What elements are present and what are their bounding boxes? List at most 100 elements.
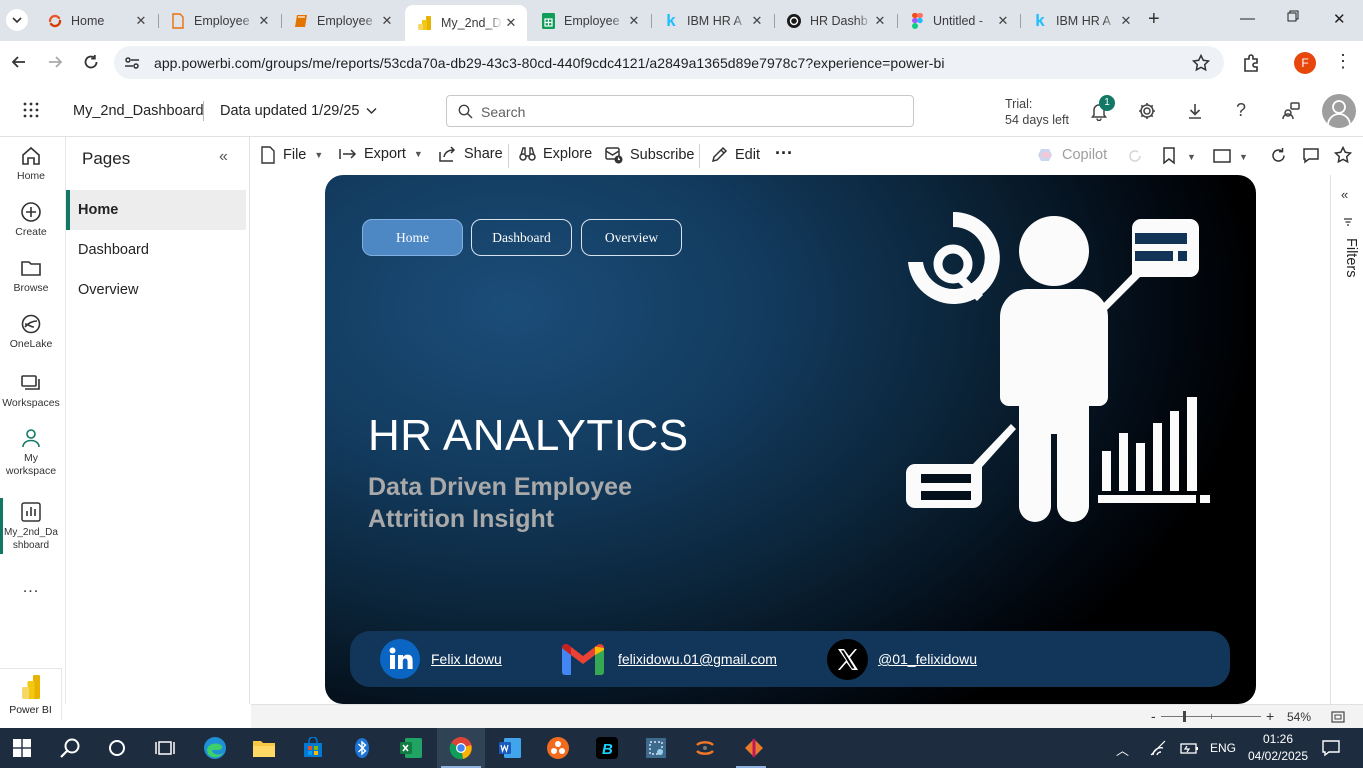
browser-menu-icon[interactable]: ⋮ [1334,52,1352,70]
more-icon[interactable]: ... [0,579,62,597]
windows-start-icon[interactable] [8,734,36,762]
close-icon[interactable]: ✕ [626,13,642,29]
zoom-level[interactable]: 54% [1287,710,1311,724]
reload-icon[interactable] [82,53,100,71]
browser-tab[interactable]: Untitled - ✕ [897,6,1019,36]
app-b-icon[interactable]: B [593,734,621,762]
edit-button[interactable]: Edit [710,146,760,164]
tab-search-button[interactable] [6,9,28,31]
minimize-icon[interactable]: — [1240,10,1255,27]
jupyter-icon[interactable] [691,734,719,762]
power-bi-desktop-icon[interactable] [740,734,768,762]
powerbi-app-logo[interactable]: Power BI [0,668,62,720]
app-launcher-icon[interactable] [23,102,39,118]
filters-label[interactable]: Filters [1343,238,1359,277]
page-item-overview[interactable]: Overview [66,270,246,310]
zoom-slider-thumb[interactable] [1183,711,1186,722]
rail-item-browse[interactable]: Browse [0,257,62,295]
zoom-in-button[interactable]: + [1266,708,1274,724]
reset-icon[interactable] [1127,148,1143,164]
rail-item-workspaces[interactable]: Workspaces [0,372,62,410]
nav-button-overview[interactable]: Overview [581,219,682,256]
battery-icon[interactable] [1180,740,1200,756]
page-item-dashboard[interactable]: Dashboard [66,230,246,270]
nav-button-dashboard[interactable]: Dashboard [471,219,572,256]
browser-tab[interactable]: k IBM HR A ✕ [1020,6,1142,36]
network-icon[interactable] [1149,740,1167,756]
browser-tab[interactable]: k IBM HR A ✕ [651,6,773,36]
rail-item-my-workspace[interactable]: My workspace [0,427,62,478]
new-tab-button[interactable]: + [1148,8,1160,31]
account-avatar[interactable] [1322,94,1356,128]
chrome-icon[interactable] [447,734,475,762]
zoom-out-button[interactable]: - [1151,708,1156,724]
explore-button[interactable]: Explore [519,146,592,162]
restore-icon[interactable] [1287,10,1299,22]
nav-button-home[interactable]: Home [362,219,463,256]
task-view-icon[interactable] [151,734,179,762]
download-icon[interactable] [1185,101,1205,121]
profile-avatar[interactable]: F [1294,52,1316,74]
microsoft-store-icon[interactable] [299,734,327,762]
cortana-icon[interactable] [103,734,131,762]
settings-gear-icon[interactable] [1137,101,1157,121]
file-explorer-icon[interactable] [250,734,278,762]
email-link[interactable]: felixidowu.01@gmail.com [618,651,777,667]
view-icon[interactable] [1213,148,1231,164]
fit-to-page-icon[interactable] [1331,711,1345,723]
edge-icon[interactable] [201,734,229,762]
close-icon[interactable]: ✕ [995,13,1011,29]
bluetooth-icon[interactable] [348,734,376,762]
x-link[interactable]: @01_felixidowu [878,651,977,667]
input-language[interactable]: ENG [1210,741,1236,755]
site-settings-icon[interactable] [123,54,141,72]
browser-tab[interactable]: Employee ✕ [158,6,280,36]
browser-tab[interactable]: Home ✕ [35,6,157,36]
chevron-down-icon[interactable] [366,107,377,115]
rail-item-current-report[interactable]: My_2nd_Dashboard [0,501,62,552]
chevron-down-icon[interactable]: ▼ [1187,152,1196,162]
browser-tab[interactable]: Employee ✕ [528,6,650,36]
help-icon[interactable]: ? [1236,100,1246,121]
bookmark-icon[interactable] [1162,147,1176,165]
show-hidden-icons-chevron-icon[interactable]: ︿ [1116,740,1129,759]
browser-tab-active[interactable]: My_2nd_D ✕ [405,5,527,41]
close-icon[interactable]: ✕ [133,13,149,29]
x-contact[interactable]: @01_felixidowu [827,631,977,687]
more-options-button[interactable]: ··· [775,143,793,164]
url-text[interactable]: app.powerbi.com/groups/me/reports/53cda7… [154,55,945,71]
forward-icon[interactable] [46,53,64,71]
rail-item-home[interactable]: Home [0,145,62,183]
linkedin-link[interactable]: Felix Idowu [431,651,502,667]
taskbar-search-icon[interactable] [56,734,84,762]
close-window-icon[interactable]: ✕ [1333,10,1346,28]
snipping-tool-icon[interactable] [642,734,670,762]
close-icon[interactable]: ✕ [749,13,765,29]
linkedin-contact[interactable]: Felix Idowu [380,631,502,687]
close-icon[interactable]: ✕ [872,13,888,29]
export-menu[interactable]: Export ▼ [339,146,423,162]
collapse-pages-icon[interactable]: « [219,148,228,166]
rail-item-onelake[interactable]: OneLake [0,313,62,351]
data-updated-dropdown[interactable]: Data updated 1/29/25 [220,103,359,119]
notifications-center-icon[interactable] [1321,739,1341,757]
browser-tab[interactable]: Employee ✕ [281,6,403,36]
rail-item-create[interactable]: Create [0,201,62,239]
app-orange-icon[interactable] [544,734,572,762]
feedback-icon[interactable] [1281,101,1301,121]
chevron-down-icon[interactable]: ▼ [1239,152,1248,162]
refresh-icon[interactable] [1270,147,1287,164]
page-item-home[interactable]: Home [66,190,246,230]
email-contact[interactable]: felixidowu.01@gmail.com [562,631,777,687]
expand-filters-icon[interactable]: « [1341,187,1348,202]
close-icon[interactable]: ✕ [503,15,519,31]
excel-icon[interactable] [397,734,425,762]
comment-icon[interactable] [1302,147,1320,164]
browser-tab[interactable]: HR Dashb ✕ [774,6,896,36]
subscribe-button[interactable]: Subscribe [605,146,694,164]
back-icon[interactable] [10,53,28,71]
favorite-star-icon[interactable] [1334,146,1352,164]
close-icon[interactable]: ✕ [1118,13,1134,29]
extensions-icon[interactable] [1242,53,1262,73]
bookmark-star-icon[interactable] [1192,54,1210,72]
